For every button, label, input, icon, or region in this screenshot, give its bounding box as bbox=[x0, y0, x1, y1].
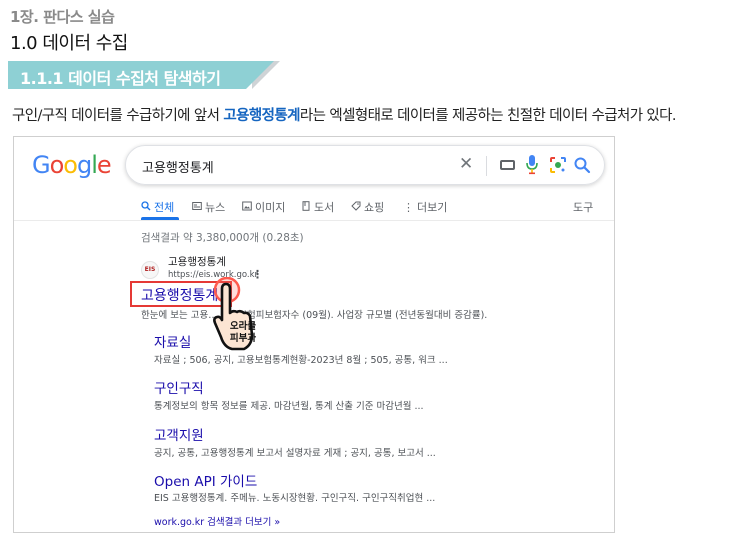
google-screenshot: Google 고용행정통계 ✕ 전체 뉴스 이미지 도서 쇼핑 ⋮ 더보기 도구… bbox=[13, 136, 615, 533]
site-favicon[interactable]: EIS bbox=[141, 261, 159, 279]
news-icon bbox=[192, 201, 202, 214]
subsection-banner: 1.1.1 데이터 수집처 탐색하기 bbox=[8, 61, 280, 89]
pointer-caption: 오라클 피부과 bbox=[229, 321, 257, 344]
sublink-snippet: 공지, 공통, 고용행정통계 보고서 설명자료 게재 ; 공지, 공통, 보고서… bbox=[154, 448, 436, 459]
sublink-snippet: EIS 고용행정통계. 주메뉴. 노동시장현황. 구인구직. 구인구직취업현 .… bbox=[154, 493, 436, 504]
tag-icon bbox=[351, 201, 361, 214]
tab-news[interactable]: 뉴스 bbox=[192, 199, 225, 215]
more-results-link[interactable]: work.go.kr 검색결과 더보기 » bbox=[154, 514, 280, 528]
tools-button[interactable]: 도구 bbox=[573, 199, 593, 215]
tab-images[interactable]: 이미지 bbox=[242, 199, 285, 215]
sublink-snippet: 자료실 ; 506, 공지, 고용보험통계현황-2023년 8월 ; 505, … bbox=[154, 355, 448, 366]
tab-books[interactable]: 도서 bbox=[301, 199, 334, 215]
site-name[interactable]: 고용행정통계 bbox=[168, 254, 226, 269]
sublink-snippet: 통계정보의 항목 정보를 제공. 마감년월, 통계 산출 기준 마감년월 ... bbox=[154, 401, 424, 412]
keyboard-icon[interactable] bbox=[500, 160, 515, 170]
subsection-title: 1.1.1 데이터 수집처 탐색하기 bbox=[20, 69, 221, 88]
sublink-title[interactable]: 자료실 bbox=[154, 331, 191, 351]
book-icon bbox=[301, 201, 311, 214]
clear-icon[interactable]: ✕ bbox=[459, 154, 473, 174]
search-icon[interactable] bbox=[573, 156, 591, 178]
tab-shopping[interactable]: 쇼핑 bbox=[351, 199, 384, 215]
tab-more[interactable]: ⋮ 더보기 bbox=[403, 199, 447, 215]
more-vert-icon: ⋮ bbox=[403, 201, 414, 214]
search-icon bbox=[141, 201, 151, 214]
highlight-term: 고용행정통계 bbox=[223, 108, 300, 124]
result-snippet: 한눈에 보는 고용… 고용보험피보험자수 (09월). 사업장 규모별 (전년동… bbox=[141, 310, 488, 321]
lens-icon[interactable] bbox=[549, 156, 567, 178]
search-input[interactable]: 고용행정통계 bbox=[142, 157, 214, 176]
intro-paragraph: 구인/구직 데이터를 수급하기에 앞서 고용행정통계라는 엑셀형태로 데이터를 … bbox=[12, 108, 677, 124]
sublink-title[interactable]: 고객지원 bbox=[154, 424, 204, 444]
chapter-title: 1장. 판다스 실습 bbox=[10, 8, 115, 26]
search-box[interactable]: 고용행정통계 ✕ bbox=[125, 145, 605, 185]
mic-icon[interactable] bbox=[525, 154, 539, 180]
result-stats: 검색결과 약 3,380,000개 (0.28초) bbox=[141, 232, 304, 244]
section-title: 1.0 데이터 수집 bbox=[10, 33, 128, 54]
image-icon bbox=[242, 201, 252, 214]
google-logo[interactable]: Google bbox=[32, 151, 112, 179]
sublink-title[interactable]: 구인구직 bbox=[154, 377, 204, 397]
tab-all[interactable]: 전체 bbox=[141, 199, 174, 215]
sublink-title[interactable]: Open API 가이드 bbox=[154, 470, 257, 490]
hand-pointer-icon bbox=[202, 276, 272, 357]
